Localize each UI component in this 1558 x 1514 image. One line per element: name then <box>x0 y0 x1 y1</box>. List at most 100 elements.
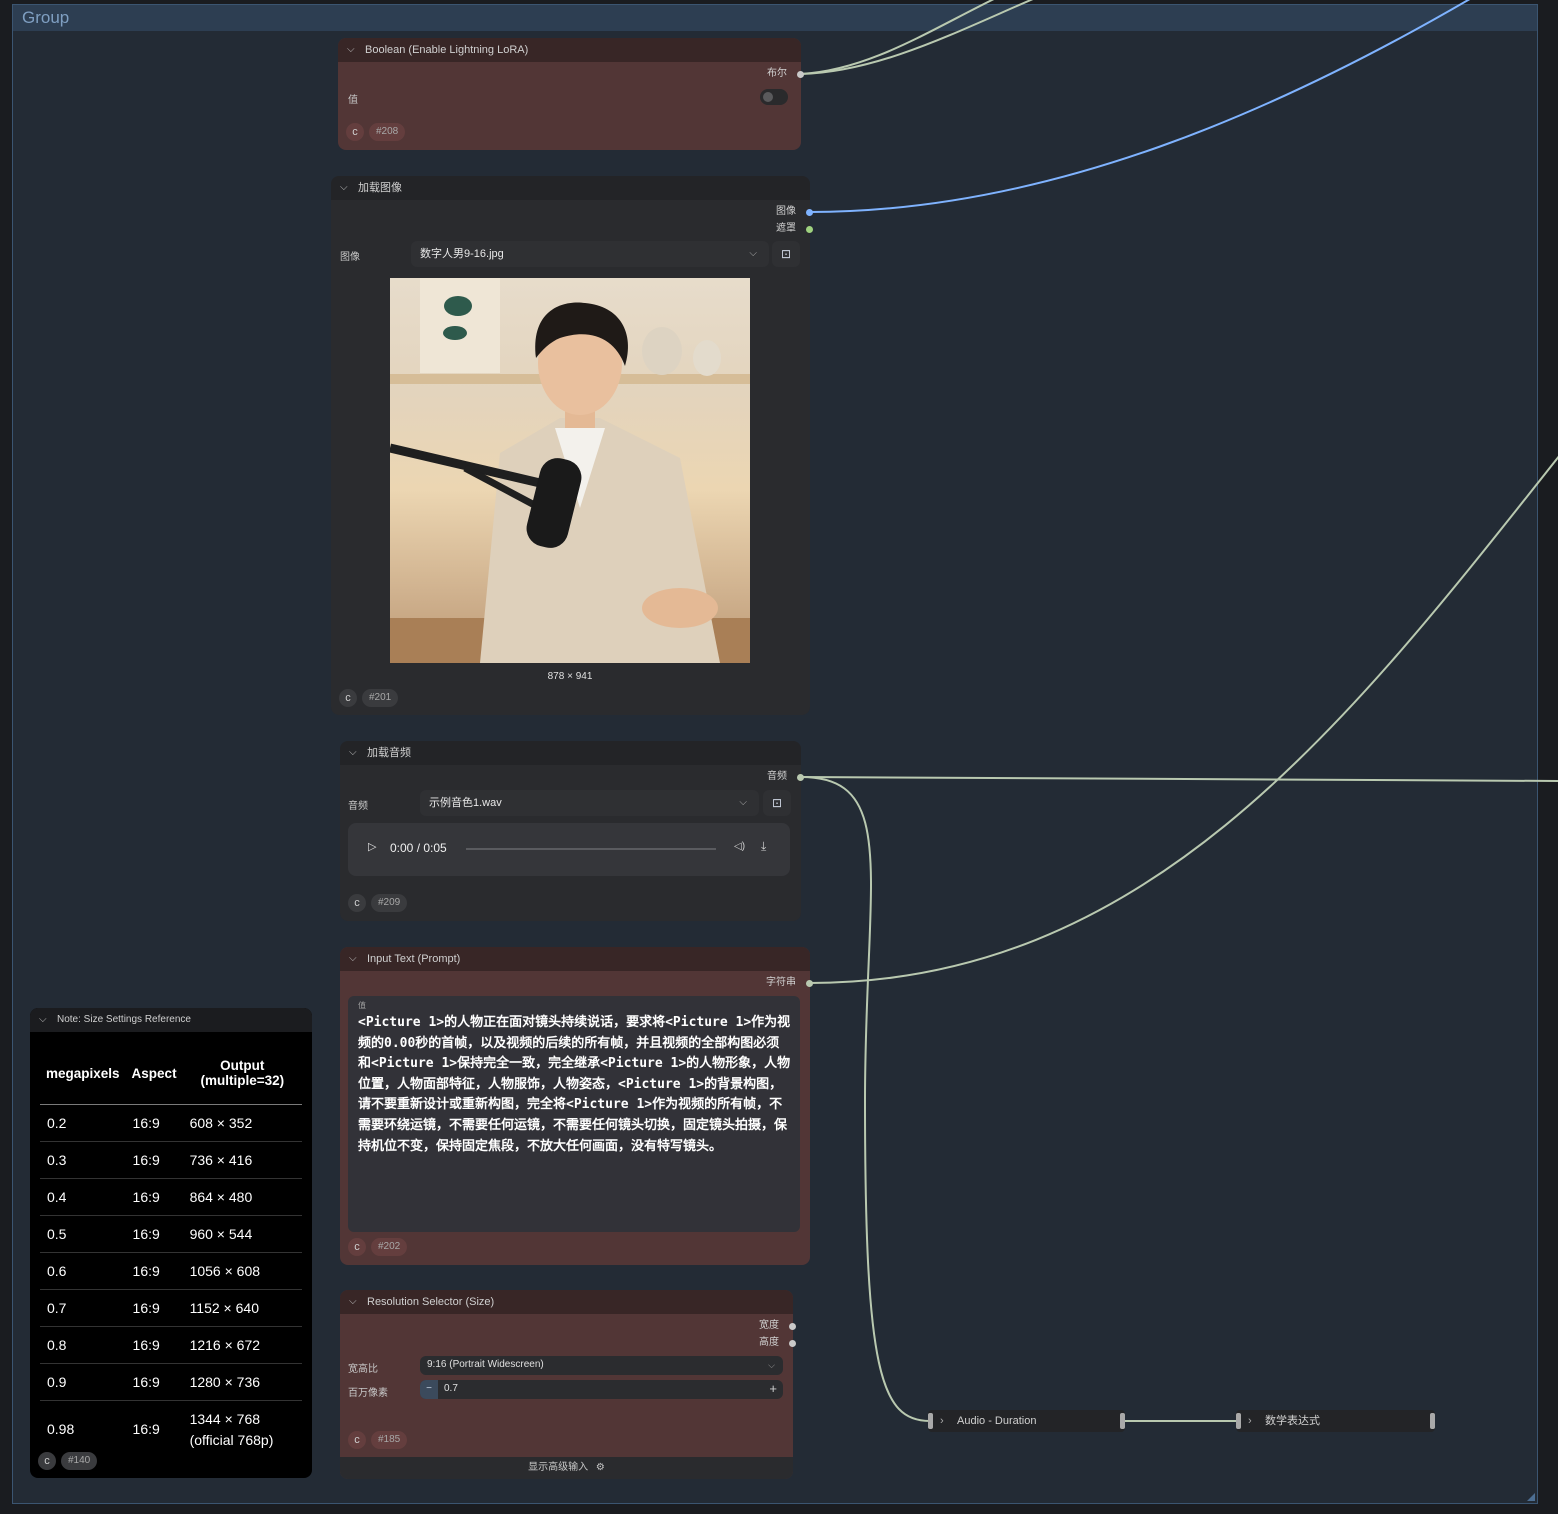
folder-upload-icon[interactable]: ⊡ <box>772 241 800 267</box>
input-handle[interactable] <box>1236 1413 1241 1429</box>
node-title: Note: Size Settings Reference <box>57 1014 191 1025</box>
advanced-inputs-bar[interactable]: 显示高级输入 ⚙ <box>340 1457 793 1479</box>
node-header[interactable]: ⌵ 加载图像 <box>331 176 810 200</box>
node-header[interactable]: ⌵ Boolean (Enable Lightning LoRA) <box>338 38 801 62</box>
chevron-down-icon[interactable]: ⌵ <box>349 1290 357 1314</box>
node-footer: c #202 <box>348 1238 408 1258</box>
cell-megapixels: 0.8 <box>40 1326 126 1364</box>
input-text-node[interactable]: ⌵ Input Text (Prompt) 字符串 值 <Picture 1>的… <box>340 947 813 1265</box>
play-icon[interactable]: ▷ <box>368 840 376 853</box>
audio-file-select[interactable]: 示例音色1.wav ⌵ <box>420 790 759 816</box>
resolution-selector-node[interactable]: ⌵ Resolution Selector (Size) 宽度 高度 宽高比 9… <box>340 1290 796 1479</box>
audio-time: 0:00 / 0:05 <box>390 841 447 855</box>
table-row: 0.2 16:9 608 × 352 <box>40 1104 302 1142</box>
cell-aspect: 16:9 <box>125 1141 183 1179</box>
chevron-down-icon[interactable]: ⌵ <box>39 1008 47 1032</box>
sliders-icon: ⚙ <box>595 1462 605 1473</box>
output-handle[interactable] <box>1120 1413 1125 1429</box>
chevron-down-icon[interactable]: ⌵ <box>340 176 348 200</box>
node-title: Input Text (Prompt) <box>367 953 461 965</box>
output-dot[interactable] <box>806 209 813 216</box>
output-dot[interactable] <box>797 774 804 781</box>
widget-label: 宽高比 <box>348 1364 378 1375</box>
cell-output: 608 × 352 <box>182 1104 302 1142</box>
node-id-badge: #202 <box>371 1238 408 1256</box>
output-label: 遮罩 <box>776 223 796 234</box>
node-header[interactable]: ⌵ 加载音频 <box>340 741 801 765</box>
group-resize-handle[interactable] <box>1527 1493 1535 1501</box>
collapsed-node-audio-duration[interactable]: › Audio - Duration <box>928 1410 1125 1432</box>
download-icon[interactable]: ⤓ <box>761 839 766 854</box>
note-node[interactable]: ⌵ Note: Size Settings Reference megapixe… <box>30 1008 312 1478</box>
table-row: 0.9 16:9 1280 × 736 <box>40 1363 302 1401</box>
node-title: 加载音频 <box>367 747 411 759</box>
table-row: 0.5 16:9 960 × 544 <box>40 1215 302 1253</box>
table-row: 0.8 16:9 1216 × 672 <box>40 1326 302 1364</box>
output-slot-width[interactable]: 宽度 <box>673 1318 796 1334</box>
chevron-down-icon[interactable]: ⌵ <box>349 741 357 765</box>
chevron-right-icon[interactable]: › <box>940 1410 944 1432</box>
advanced-inputs-label: 显示高级输入 <box>528 1462 589 1473</box>
folder-upload-icon[interactable]: ⊡ <box>763 790 791 816</box>
aspect-ratio-select[interactable]: 9:16 (Portrait Widescreen) ⌵ <box>420 1356 783 1375</box>
node-header[interactable]: ⌵ Input Text (Prompt) <box>340 947 810 971</box>
plus-icon[interactable]: + <box>769 1380 777 1398</box>
output-slot-height[interactable]: 高度 <box>673 1335 796 1351</box>
comfy-logo-icon: c <box>348 1238 366 1256</box>
output-slot-mask[interactable]: 遮罩 <box>690 221 813 237</box>
prompt-textarea[interactable]: 值 <Picture 1>的人物正在面对镜头持续说话，要求将<Picture 1… <box>348 996 800 1232</box>
chevron-right-icon[interactable]: › <box>1248 1410 1252 1432</box>
output-dot[interactable] <box>797 71 804 78</box>
output-label: 图像 <box>776 206 796 217</box>
cell-aspect: 16:9 <box>125 1104 183 1142</box>
comfy-logo-icon: c <box>346 123 364 141</box>
cell-aspect: 16:9 <box>125 1363 183 1401</box>
audio-filename: 示例音色1.wav <box>429 797 502 809</box>
image-preview <box>390 278 750 663</box>
output-dot[interactable] <box>806 226 813 233</box>
node-id-badge: #209 <box>371 894 408 912</box>
output-dot[interactable] <box>806 980 813 987</box>
cell-megapixels: 0.5 <box>40 1215 126 1253</box>
chevron-down-icon[interactable]: ⌵ <box>347 38 355 62</box>
node-header[interactable]: ⌵ Note: Size Settings Reference <box>30 1008 312 1032</box>
node-footer: c #209 <box>348 894 408 914</box>
output-slot[interactable]: 字符串 <box>690 975 813 991</box>
output-handle[interactable] <box>1430 1413 1435 1429</box>
cell-aspect: 16:9 <box>125 1215 183 1253</box>
group-title[interactable]: Group <box>13 5 1537 31</box>
audio-player: ▷ 0:00 / 0:05 ◁) ⤓ <box>348 823 790 876</box>
node-header[interactable]: ⌵ Resolution Selector (Size) <box>340 1290 793 1314</box>
output-slot[interactable]: 音频 <box>681 769 804 785</box>
output-dot[interactable] <box>789 1323 796 1330</box>
megapixel-stepper[interactable]: − 0.7 + <box>420 1380 783 1399</box>
boolean-node[interactable]: ⌵ Boolean (Enable Lightning LoRA) 布尔 值 c… <box>338 38 804 150</box>
cell-megapixels: 0.98 <box>47 1421 75 1437</box>
volume-icon[interactable]: ◁) <box>734 841 745 852</box>
value-toggle[interactable] <box>760 89 788 105</box>
input-handle[interactable] <box>928 1413 933 1429</box>
output-slot-image[interactable]: 图像 <box>690 204 813 220</box>
cell-output: 1216 × 672 <box>182 1326 302 1364</box>
load-audio-node[interactable]: ⌵ 加载音频 音频 音频 示例音色1.wav ⌵ ⊡ ▷ 0:00 / 0:05… <box>340 741 804 921</box>
output-dot[interactable] <box>789 1340 796 1347</box>
megapixel-value: 0.7 <box>444 1383 458 1394</box>
table-row: 0.4 16:9 864 × 480 <box>40 1178 302 1216</box>
load-image-node[interactable]: ⌵ 加载图像 图像 遮罩 图像 数字人男9-16.jpg ⌵ ⊡ 878 × 9… <box>331 176 813 715</box>
chevron-down-icon[interactable]: ⌵ <box>349 947 357 971</box>
image-size-label: 878 × 941 <box>547 671 593 682</box>
image-file-select[interactable]: 数字人男9-16.jpg ⌵ <box>411 241 769 267</box>
cell-megapixels: 0.4 <box>40 1178 126 1216</box>
node-id-badge: #208 <box>369 123 406 141</box>
output-slot[interactable]: 布尔 <box>681 66 804 82</box>
node-id-badge: #140 <box>61 1452 98 1470</box>
cell-megapixels: 0.6 <box>40 1252 126 1290</box>
comfy-logo-icon: c <box>348 1431 366 1449</box>
minus-icon[interactable]: − <box>420 1380 438 1399</box>
audio-progress-bar[interactable] <box>466 848 716 850</box>
widget-label: 值 <box>348 95 358 106</box>
header-output: Output (multiple=32) <box>182 1042 302 1105</box>
cell-output: 736 × 416 <box>182 1141 302 1179</box>
collapsed-node-math-expression[interactable]: › 数学表达式 <box>1236 1410 1435 1432</box>
node-footer: c #208 <box>346 123 406 143</box>
